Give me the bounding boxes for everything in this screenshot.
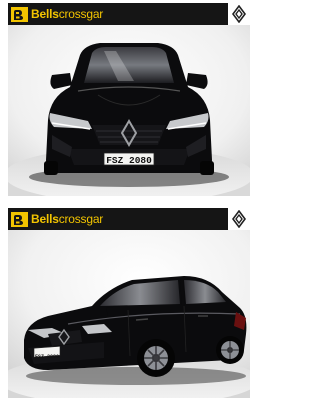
car-photo-card-side[interactable]: Bellscrossgar FSZ 2080 — [8, 208, 250, 398]
dealer-logo-icon — [11, 211, 28, 227]
dealer-logo: Bellscrossgar — [8, 3, 103, 25]
number-plate-text: FSZ 2080 — [106, 155, 152, 166]
dealer-logo-icon — [11, 6, 28, 22]
car-photo-card-front[interactable]: Bellscrossgar FSZ 2080 — [8, 3, 250, 196]
car-photo-side[interactable]: FSZ 2080 — [8, 230, 250, 398]
renault-logo-icon — [228, 3, 250, 25]
dealer-name: Bellscrossgar — [31, 212, 104, 226]
car-photo-front[interactable]: FSZ 2080 — [8, 25, 250, 196]
dealer-banner: Bellscrossgar — [8, 208, 250, 230]
number-plate-text: FSZ 2080 — [35, 354, 59, 360]
renault-logo-icon — [228, 208, 250, 230]
dealer-logo: Bellscrossgar — [8, 208, 103, 230]
dealer-banner: Bellscrossgar — [8, 3, 250, 25]
dealer-name: Bellscrossgar — [31, 7, 104, 21]
